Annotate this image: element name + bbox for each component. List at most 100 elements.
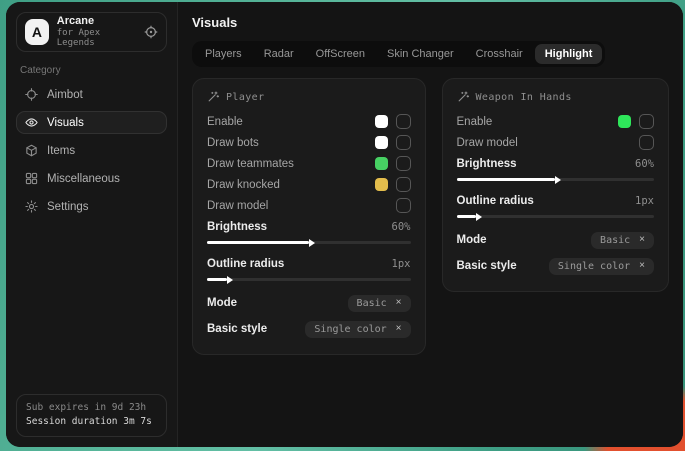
- slider-thumb[interactable]: [555, 176, 561, 184]
- select-label: Basic style: [457, 260, 517, 272]
- checkbox[interactable]: [396, 177, 411, 192]
- sidebar-item-label: Visuals: [47, 117, 84, 129]
- tab-highlight[interactable]: Highlight: [535, 44, 603, 64]
- toggle-row-draw-knocked: Draw knocked: [207, 174, 411, 195]
- sidebar-item-settings[interactable]: Settings: [16, 195, 167, 218]
- sidebar-item-label: Settings: [47, 201, 89, 213]
- slider-thumb[interactable]: [309, 239, 315, 247]
- tab-crosshair[interactable]: Crosshair: [466, 44, 533, 64]
- toggle-label: Draw bots: [207, 137, 259, 149]
- toggle-row-enable: Enable: [457, 111, 655, 132]
- color-swatch[interactable]: [375, 178, 388, 191]
- mode-select[interactable]: Basic ×: [591, 232, 654, 249]
- color-swatch[interactable]: [375, 115, 388, 128]
- weapon-in-hands-panel: Weapon In Hands Enable Draw model: [442, 78, 670, 292]
- sidebar-item-visuals[interactable]: Visuals: [16, 111, 167, 134]
- sub-expires-text: Sub expires in 9d 23h: [26, 401, 157, 416]
- app-title-block: Arcane for Apex Legends: [57, 15, 136, 48]
- slider-row-brightness: Brightness 60%: [207, 216, 411, 237]
- tab-players[interactable]: Players: [195, 44, 252, 64]
- panel-header: Weapon In Hands: [457, 91, 655, 103]
- basic-style-select[interactable]: Single color ×: [305, 321, 410, 338]
- crosshair-icon: [25, 88, 38, 101]
- select-row-mode: Mode Basic ×: [457, 227, 655, 253]
- tab-radar[interactable]: Radar: [254, 44, 304, 64]
- app-title: Arcane: [57, 15, 136, 28]
- select-label: Mode: [207, 297, 237, 309]
- select-label: Basic style: [207, 323, 267, 335]
- checkbox[interactable]: [396, 114, 411, 129]
- tab-bar: Players Radar OffScreen Skin Changer Cro…: [192, 41, 605, 67]
- brightness-slider[interactable]: [457, 178, 655, 181]
- app-logo: A: [25, 19, 49, 45]
- select-row-mode: Mode Basic ×: [207, 290, 411, 316]
- slider-value: 60%: [635, 158, 654, 170]
- toggle-label: Draw model: [457, 137, 518, 149]
- selected-value: Single color: [558, 261, 630, 272]
- sidebar-nav: Aimbot Visuals Items: [16, 83, 167, 218]
- sidebar-item-items[interactable]: Items: [16, 139, 167, 162]
- color-swatch[interactable]: [618, 115, 631, 128]
- sidebar-item-label: Items: [47, 145, 75, 157]
- toggle-label: Draw teammates: [207, 158, 294, 170]
- toggle-row-draw-teammates: Draw teammates: [207, 153, 411, 174]
- gear-icon[interactable]: [144, 25, 158, 39]
- panel-title: Weapon In Hands: [476, 92, 572, 103]
- slider-value: 60%: [392, 221, 411, 233]
- category-label: Category: [20, 65, 163, 76]
- sidebar-item-label: Miscellaneous: [47, 173, 120, 185]
- close-icon[interactable]: ×: [396, 324, 402, 334]
- sidebar-item-miscellaneous[interactable]: Miscellaneous: [16, 167, 167, 190]
- color-swatch[interactable]: [375, 136, 388, 149]
- checkbox[interactable]: [396, 198, 411, 213]
- color-swatch[interactable]: [375, 157, 388, 170]
- slider-row-outline-radius: Outline radius 1px: [207, 253, 411, 274]
- slider-thumb[interactable]: [227, 276, 233, 284]
- toggle-row-draw-model: Draw model: [457, 132, 655, 153]
- close-icon[interactable]: ×: [639, 235, 645, 245]
- grid-icon: [25, 172, 38, 185]
- wand-icon: [207, 91, 219, 103]
- selected-value: Single color: [314, 324, 386, 335]
- select-label: Mode: [457, 234, 487, 246]
- sidebar: A Arcane for Apex Legends Category: [6, 2, 178, 447]
- eye-icon: [25, 116, 38, 129]
- slider-row-brightness: Brightness 60%: [457, 153, 655, 174]
- app-header-card: A Arcane for Apex Legends: [16, 12, 167, 52]
- app-window: A Arcane for Apex Legends Category: [6, 2, 683, 447]
- outline-radius-slider[interactable]: [207, 278, 411, 281]
- toggle-label: Draw knocked: [207, 179, 280, 191]
- player-panel: Player Enable Draw bots: [192, 78, 426, 355]
- checkbox[interactable]: [639, 114, 654, 129]
- slider-thumb[interactable]: [476, 213, 482, 221]
- sidebar-item-aimbot[interactable]: Aimbot: [16, 83, 167, 106]
- checkbox[interactable]: [396, 156, 411, 171]
- selected-value: Basic: [357, 298, 387, 309]
- page-title: Visuals: [192, 15, 669, 30]
- brightness-slider[interactable]: [207, 241, 411, 244]
- slider-row-outline-radius: Outline radius 1px: [457, 190, 655, 211]
- session-duration-text: Session duration 3m 7s: [26, 415, 157, 430]
- main-content: Visuals Players Radar OffScreen Skin Cha…: [178, 2, 683, 447]
- selected-value: Basic: [600, 235, 630, 246]
- panel-header: Player: [207, 91, 411, 103]
- app-subtitle: for Apex Legends: [57, 28, 136, 49]
- slider-label: Outline radius: [457, 195, 534, 207]
- tab-skin-changer[interactable]: Skin Changer: [377, 44, 464, 64]
- toggle-label: Draw model: [207, 200, 268, 212]
- wand-icon: [457, 91, 469, 103]
- slider-value: 1px: [635, 195, 654, 207]
- tab-offscreen[interactable]: OffScreen: [306, 44, 375, 64]
- close-icon[interactable]: ×: [639, 261, 645, 271]
- toggle-label: Enable: [207, 116, 243, 128]
- slider-label: Brightness: [457, 158, 517, 170]
- select-row-basic-style: Basic style Single color ×: [457, 253, 655, 279]
- outline-radius-slider[interactable]: [457, 215, 655, 218]
- mode-select[interactable]: Basic ×: [348, 295, 411, 312]
- basic-style-select[interactable]: Single color ×: [549, 258, 654, 275]
- select-row-basic-style: Basic style Single color ×: [207, 316, 411, 342]
- checkbox[interactable]: [639, 135, 654, 150]
- close-icon[interactable]: ×: [396, 298, 402, 308]
- checkbox[interactable]: [396, 135, 411, 150]
- toggle-label: Enable: [457, 116, 493, 128]
